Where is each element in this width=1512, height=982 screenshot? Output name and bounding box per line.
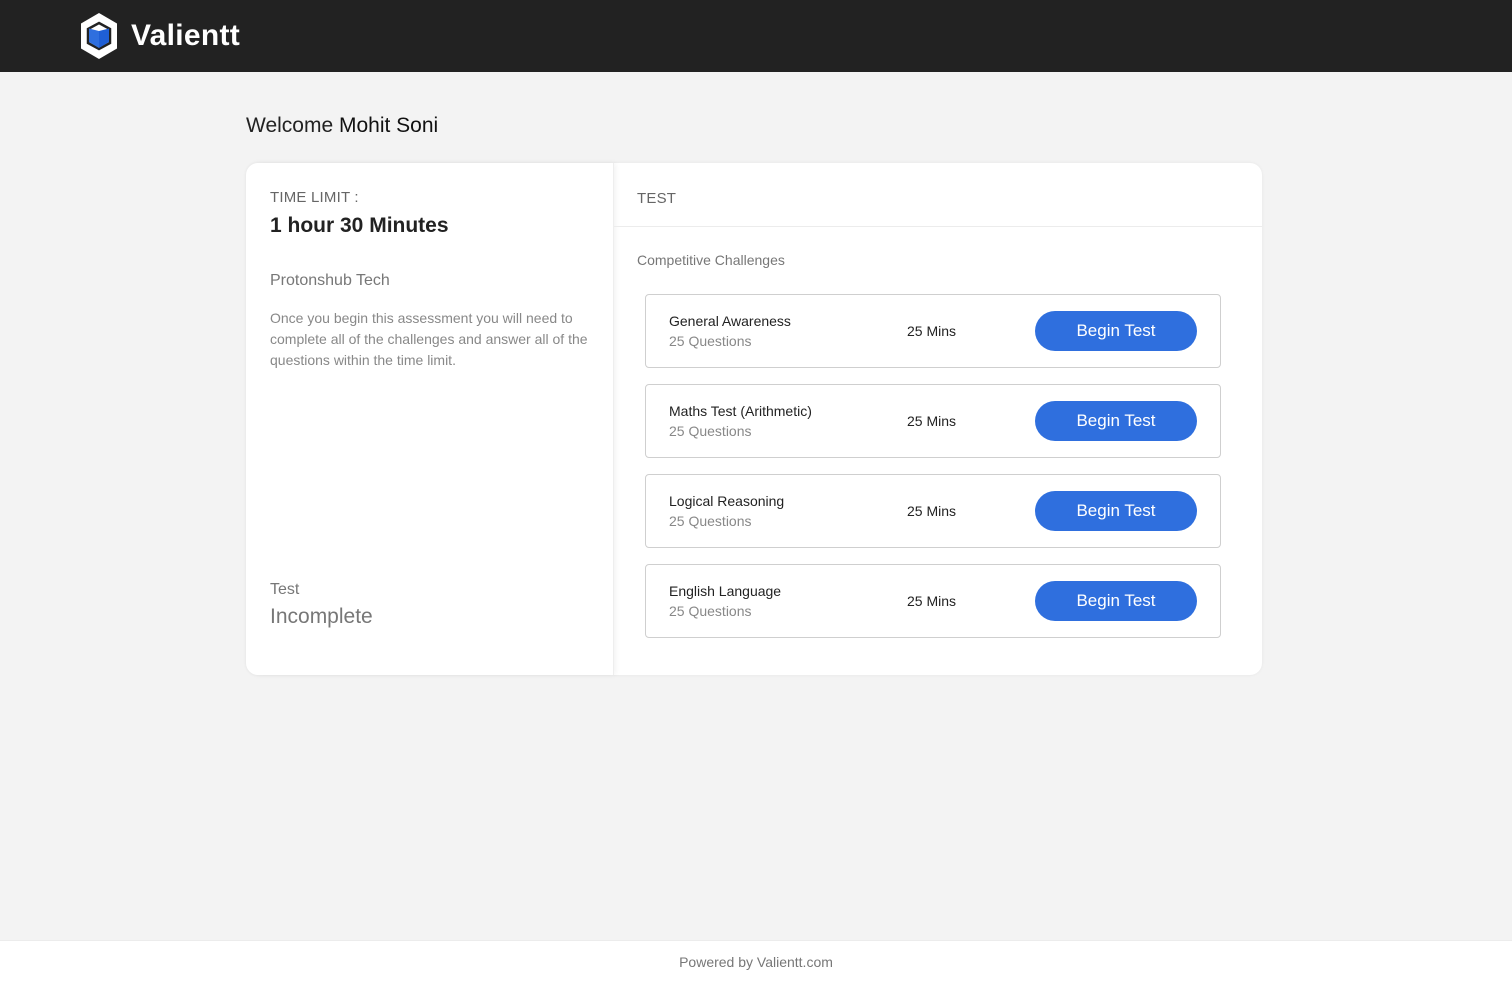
test-duration: 25 Mins xyxy=(907,323,957,339)
test-name: Maths Test (Arithmetic) xyxy=(669,403,812,419)
brand-logo[interactable]: Valientt xyxy=(79,12,240,60)
tests-panel-header: TEST xyxy=(614,163,1262,227)
begin-test-button-general-awareness[interactable]: Begin Test xyxy=(1035,311,1197,351)
test-row-english-language: English Language 25 Questions 25 Mins Be… xyxy=(645,564,1221,638)
user-name: Mohit Soni xyxy=(338,114,439,137)
test-question-count: 25 Questions xyxy=(669,423,752,439)
company-name: Protonshub Tech xyxy=(270,272,390,289)
test-question-count: 25 Questions xyxy=(669,513,752,529)
test-question-count: 25 Questions xyxy=(669,603,752,619)
top-bar: Valientt xyxy=(0,0,1512,72)
time-limit-label: TIME LIMIT : xyxy=(270,189,359,206)
test-status-label: Test xyxy=(270,581,300,598)
test-status-value: Incomplete xyxy=(270,605,373,628)
test-name: Logical Reasoning xyxy=(669,493,785,509)
brand-name: Valientt xyxy=(131,19,241,52)
test-info: General Awareness 25 Questions xyxy=(669,313,907,349)
section-title: Competitive Challenges xyxy=(637,252,785,268)
welcome-prefix: Welcome xyxy=(246,114,334,137)
test-duration: 25 Mins xyxy=(907,503,957,519)
test-duration: 25 Mins xyxy=(907,413,957,429)
test-list: General Awareness 25 Questions 25 Mins B… xyxy=(645,294,1221,654)
test-row-logical-reasoning: Logical Reasoning 25 Questions 25 Mins B… xyxy=(645,474,1221,548)
tests-panel: TEST Competitive Challenges General Awar… xyxy=(614,163,1262,675)
test-name: English Language xyxy=(669,583,782,599)
footer: Powered by Valientt.com xyxy=(0,940,1512,982)
test-duration: 25 Mins xyxy=(907,593,957,609)
valientt-logo-icon xyxy=(81,13,117,59)
test-name: General Awareness xyxy=(669,313,791,329)
assessment-description: Once you begin this assessment you will … xyxy=(270,310,588,368)
test-row-maths-test: Maths Test (Arithmetic) 25 Questions 25 … xyxy=(645,384,1221,458)
footer-text[interactable]: Powered by Valientt.com xyxy=(679,954,833,970)
begin-test-button-maths-test[interactable]: Begin Test xyxy=(1035,401,1197,441)
time-limit-value: 1 hour 30 Minutes xyxy=(270,214,449,237)
begin-test-button-logical-reasoning[interactable]: Begin Test xyxy=(1035,491,1197,531)
test-info: English Language 25 Questions xyxy=(669,583,907,619)
test-question-count: 25 Questions xyxy=(669,333,752,349)
test-info: Logical Reasoning 25 Questions xyxy=(669,493,907,529)
assessment-summary-panel: TIME LIMIT : 1 hour 30 Minutes Protonshu… xyxy=(246,163,614,675)
begin-test-button-english-language[interactable]: Begin Test xyxy=(1035,581,1197,621)
assessment-card: TIME LIMIT : 1 hour 30 Minutes Protonshu… xyxy=(246,163,1262,675)
welcome-heading: Welcome Mohit Soni xyxy=(246,114,438,138)
test-status: Test Incomplete xyxy=(270,581,373,629)
test-info: Maths Test (Arithmetic) 25 Questions xyxy=(669,403,907,439)
test-row-general-awareness: General Awareness 25 Questions 25 Mins B… xyxy=(645,294,1221,368)
